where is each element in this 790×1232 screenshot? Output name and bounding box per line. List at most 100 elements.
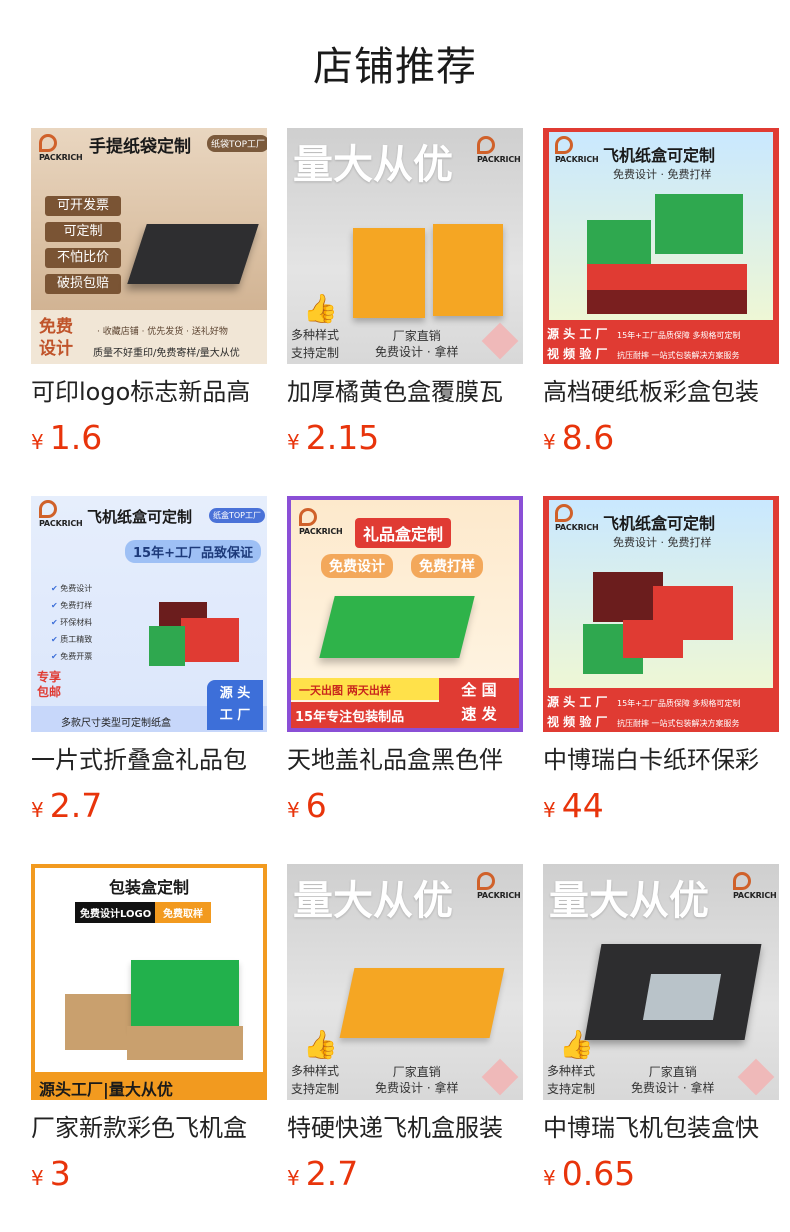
check-icon: ✔ — [51, 601, 61, 610]
box-illustration — [433, 224, 503, 316]
brand-logo: PACKRICH — [39, 500, 83, 528]
brand-logo: PACKRICH — [477, 136, 521, 164]
footer-line: 多款尺寸类型可定制纸盒 — [61, 718, 171, 729]
image-text-left: 多种样式 支持定制 — [291, 328, 340, 360]
product-price: ¥2.15 — [287, 418, 523, 464]
brand-logo: PACKRICH — [733, 872, 777, 900]
currency-symbol: ¥ — [543, 1166, 556, 1190]
box-illustration — [623, 620, 683, 658]
price-value: 2.15 — [305, 418, 380, 457]
product-name[interactable]: 加厚橘黄色盒覆膜瓦 — [287, 377, 523, 407]
box-illustration — [149, 626, 185, 666]
price-value: 1.6 — [49, 418, 103, 457]
check-icon: ✔ — [51, 618, 61, 627]
product-image[interactable]: 包装盒定制 免费设计LOGO 免费取样 源头工厂|量大从优 — [31, 864, 267, 1100]
product-card[interactable]: PACKRICH 飞机纸盒可定制 免费设计 · 免费打样 源 头 工 厂视 频 … — [543, 128, 779, 464]
box-illustration — [319, 596, 475, 658]
product-card[interactable]: PACKRICH 飞机纸盒可定制 纸盒TOP工厂 15年+工厂品致保证 ✔ 免费… — [31, 496, 267, 832]
product-image[interactable]: 量大从优 PACKRICH 👍 多种样式 支持定制 厂家直销 免费设计 · 拿样 — [543, 864, 779, 1100]
cursor-icon — [481, 1058, 519, 1096]
price-value: 0.65 — [561, 1154, 636, 1193]
check-icon: ✔ — [51, 584, 61, 593]
thumbs-up-icon: 👍 — [559, 1028, 594, 1061]
product-card[interactable]: PACKRICH 飞机纸盒可定制 免费设计 · 免费打样 源 头 工 厂视 频 … — [543, 496, 779, 832]
footer-line: 源头工厂|量大从优 — [39, 1080, 173, 1099]
product-image[interactable]: 量大从优 PACKRICH 👍 多种样式 支持定制 厂家直销 免费设计 · 拿样 — [287, 128, 523, 364]
image-pill: 免费打样 — [411, 554, 483, 578]
product-name[interactable]: 可印logo标志新品高 — [31, 377, 267, 407]
box-illustration — [587, 264, 747, 290]
image-subheading: 免费设计 · 免费打样 — [613, 536, 712, 549]
currency-symbol: ¥ — [543, 798, 556, 822]
product-price: ¥44 — [543, 786, 779, 832]
box-illustration — [353, 228, 425, 318]
product-price: ¥3 — [31, 1154, 267, 1200]
check-item: ✔ 质工精致 — [51, 635, 93, 644]
product-card[interactable]: 量大从优 PACKRICH 👍 多种样式 支持定制 厂家直销 免费设计 · 拿样 加… — [287, 128, 523, 464]
product-price: ¥2.7 — [287, 1154, 523, 1200]
price-value: 8.6 — [561, 418, 615, 457]
image-heading: 手提纸袋定制 — [89, 137, 191, 157]
image-heading: 飞机纸盒可定制 — [87, 508, 193, 526]
product-card[interactable]: PACKRICH 礼品盒定制 免费设计 免费打样 一天出图 两天出样 15年专注… — [287, 496, 523, 832]
product-name[interactable]: 中博瑞飞机包装盒快 — [543, 1113, 779, 1143]
product-price: ¥6 — [287, 786, 523, 832]
image-banner: 15年+工厂品致保证 — [125, 540, 261, 563]
image-heading: 飞机纸盒可定制 — [603, 514, 716, 533]
price-value: 2.7 — [305, 1154, 359, 1193]
product-price: ¥0.65 — [543, 1154, 779, 1200]
product-image[interactable]: 量大从优 PACKRICH 👍 多种样式 支持定制 厂家直销 免费设计 · 拿样 — [287, 864, 523, 1100]
product-card[interactable]: 包装盒定制 免费设计LOGO 免费取样 源头工厂|量大从优 厂家新款彩色飞机盒 … — [31, 864, 267, 1200]
image-pill: 免费设计 — [321, 554, 393, 578]
product-image[interactable]: PACKRICH 手提纸袋定制 纸袋TOP工厂 可开发票 可定制 不怕比价 破损… — [31, 128, 267, 364]
product-name[interactable]: 高档硬纸板彩盒包装 — [543, 377, 779, 407]
currency-symbol: ¥ — [31, 798, 44, 822]
brand-logo: PACKRICH — [39, 134, 83, 162]
image-bullet: 不怕比价 — [45, 248, 121, 268]
product-image[interactable]: PACKRICH 飞机纸盒可定制 免费设计 · 免费打样 源 头 工 厂视 频 … — [543, 128, 779, 364]
product-image[interactable]: PACKRICH 飞机纸盒可定制 纸盒TOP工厂 15年+工厂品致保证 ✔ 免费… — [31, 496, 267, 732]
image-notes: 15年+工厂品质保障 多规格可定制 抗压耐摔 一站式包装解决方案服务 — [617, 699, 741, 728]
thumbs-up-icon: 👍 — [303, 1028, 338, 1061]
product-name[interactable]: 厂家新款彩色飞机盒 — [31, 1113, 267, 1143]
footer-line: · 收藏店铺 · 优先发货 · 送礼好物 — [97, 327, 228, 337]
product-name[interactable]: 中博瑞白卡纸环保彩 — [543, 745, 779, 775]
slogan: 量大从优 — [293, 877, 453, 924]
product-image[interactable]: PACKRICH 飞机纸盒可定制 免费设计 · 免费打样 源 头 工 厂视 频 … — [543, 496, 779, 732]
box-illustration — [181, 618, 239, 662]
product-card[interactable]: 量大从优 PACKRICH 👍 多种样式 支持定制 厂家直销 免费设计 · 拿样 特… — [287, 864, 523, 1200]
product-price: ¥2.7 — [31, 786, 267, 832]
strip-text: 一天出图 两天出样 — [299, 684, 391, 697]
section-title: 店铺推荐 — [313, 44, 477, 90]
price-value: 6 — [305, 786, 327, 825]
corner-badge: 源 头工 厂 — [207, 680, 263, 730]
product-name[interactable]: 一片式折叠盒礼品包 — [31, 745, 267, 775]
image-subheading: 免费设计 · 免费打样 — [613, 168, 712, 181]
product-image[interactable]: PACKRICH 礼品盒定制 免费设计 免费打样 一天出图 两天出样 15年专注… — [287, 496, 523, 732]
image-bullet: 可定制 — [45, 222, 121, 242]
image-text-right: 厂家直销 免费设计 · 拿样 — [375, 329, 459, 359]
product-card[interactable]: 量大从优 PACKRICH 👍 多种样式 支持定制 厂家直销 免费设计 · 拿样 中… — [543, 864, 779, 1200]
image-heading: 飞机纸盒可定制 — [603, 146, 716, 165]
corner-text: 专享 包邮 — [37, 670, 62, 699]
image-tags: 源 头 工 厂视 频 验 厂 — [547, 327, 608, 361]
image-notes: 15年+工厂品质保障 多规格可定制 抗压耐摔 一站式包装解决方案服务 — [617, 331, 741, 360]
product-name[interactable]: 天地盖礼品盒黑色伴 — [287, 745, 523, 775]
check-item: ✔ 免费打样 — [51, 601, 93, 610]
image-text-left: 多种样式 支持定制 — [291, 1064, 340, 1096]
image-tag: 纸盒TOP工厂 — [209, 508, 266, 523]
image-text-right: 厂家直销 免费设计 · 拿样 — [631, 1065, 715, 1095]
brand-logo: PACKRICH — [477, 872, 521, 900]
product-name[interactable]: 特硬快递飞机盒服装 — [287, 1113, 523, 1143]
image-text-right: 厂家直销 免费设计 · 拿样 — [375, 1065, 459, 1095]
brand-logo: PACKRICH — [555, 136, 599, 164]
check-item: ✔ 免费设计 — [51, 584, 93, 593]
cursor-icon — [737, 1058, 775, 1096]
box-illustration — [655, 194, 743, 254]
currency-symbol: ¥ — [31, 1166, 44, 1190]
product-card[interactable]: PACKRICH 手提纸袋定制 纸袋TOP工厂 可开发票 可定制 不怕比价 破损… — [31, 128, 267, 464]
corner-badge: 全 国速 发 — [439, 678, 519, 728]
product-price: ¥8.6 — [543, 418, 779, 464]
brand-logo: PACKRICH — [555, 504, 599, 532]
cursor-icon — [481, 322, 519, 360]
